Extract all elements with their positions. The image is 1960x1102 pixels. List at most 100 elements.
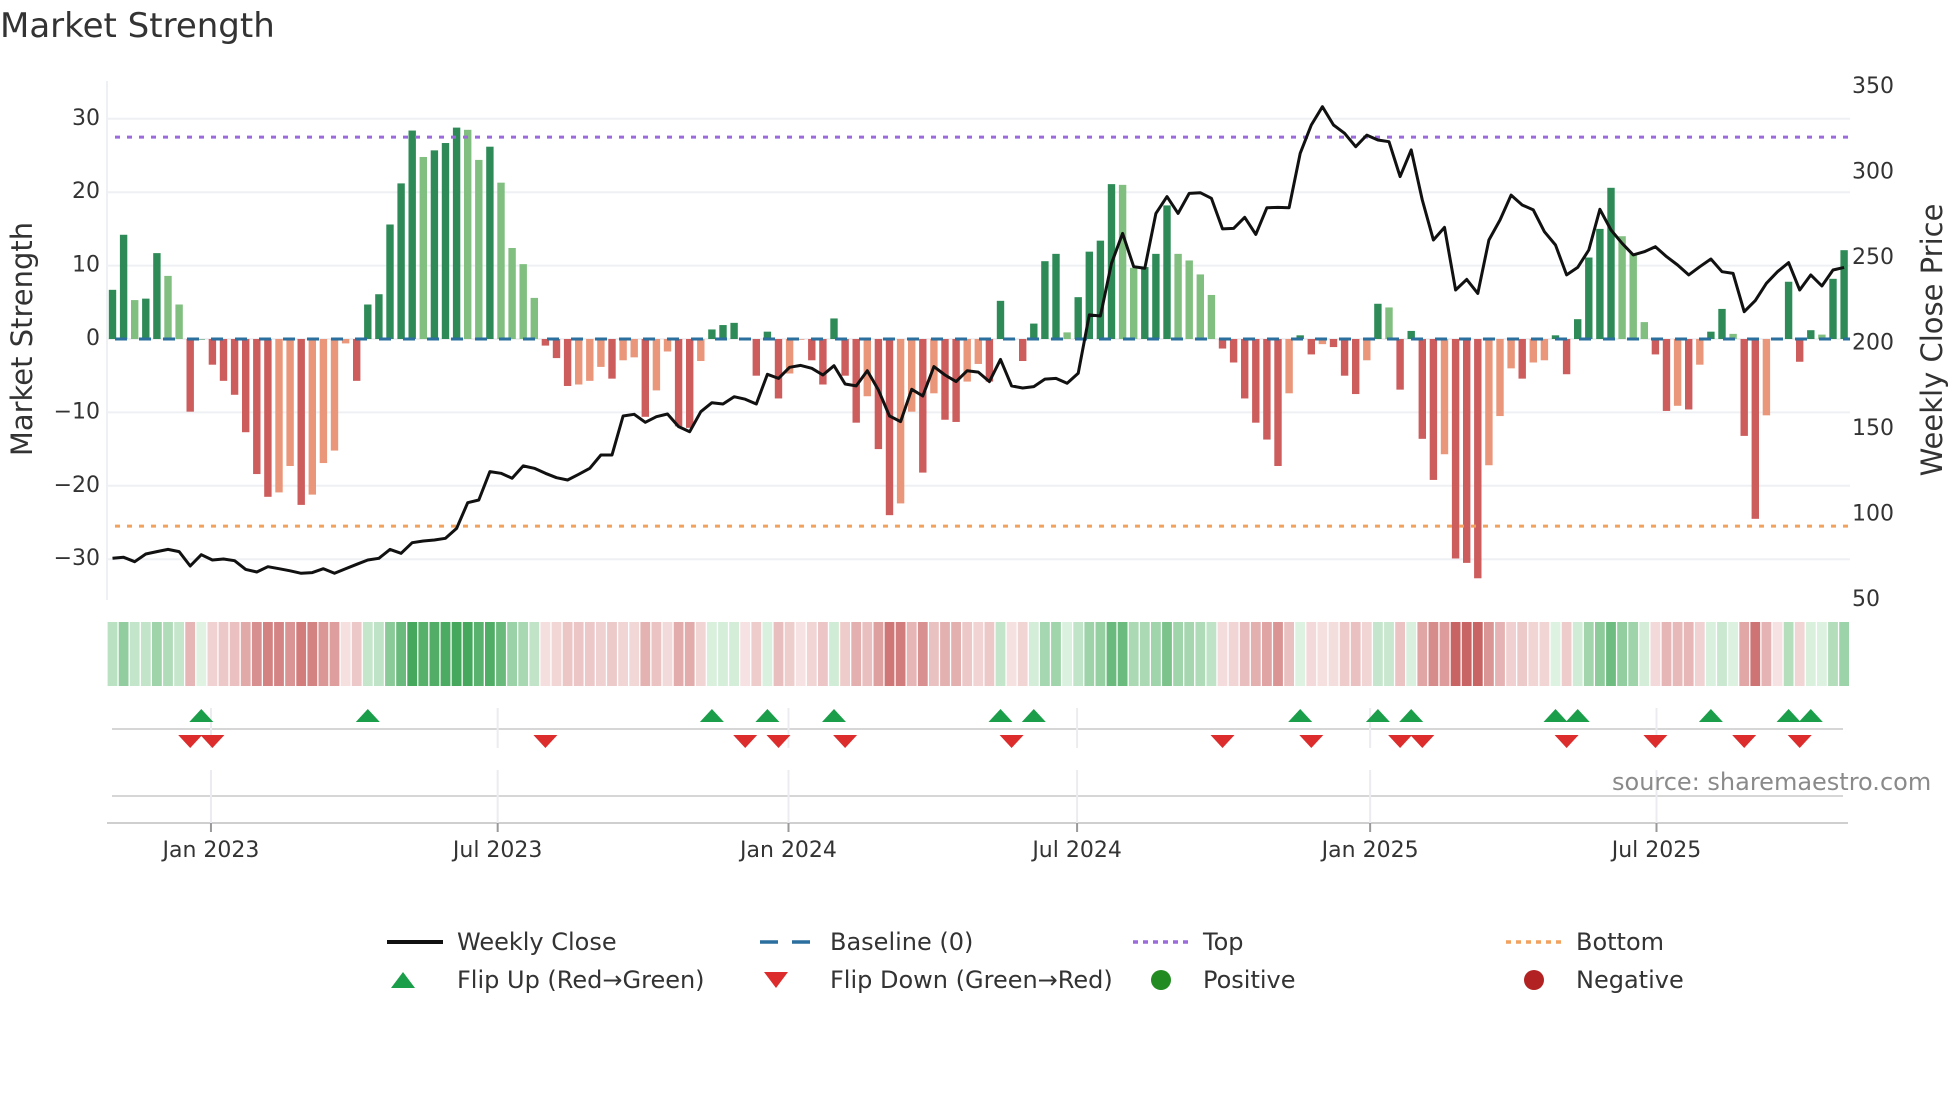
heat-cell xyxy=(784,622,795,686)
strength-bar xyxy=(142,298,150,339)
flip-down-marker xyxy=(178,735,203,748)
x-tick-label: Jul 2024 xyxy=(1030,838,1122,863)
heat-cell xyxy=(496,622,506,686)
strength-bar xyxy=(1507,339,1515,369)
strength-bar xyxy=(1263,339,1271,440)
y-tick-label-left: −20 xyxy=(54,473,100,498)
legend-weekly-close[interactable]: Weekly Close xyxy=(387,927,617,957)
heat-cell xyxy=(1628,622,1639,686)
heat-cell xyxy=(662,622,673,686)
strength-bar xyxy=(1718,308,1726,339)
heat-cell xyxy=(185,622,196,686)
legend-positive[interactable]: Positive xyxy=(1133,965,1296,995)
heat-cell xyxy=(1373,622,1383,686)
y-tick-label-right: 50 xyxy=(1852,587,1880,612)
heat-cell xyxy=(1761,622,1772,686)
strength-bar xyxy=(1662,339,1671,411)
dotted-line-icon xyxy=(1506,940,1562,944)
heat-cell xyxy=(1539,622,1550,686)
solid-line-icon xyxy=(387,940,443,944)
heat-cell xyxy=(1250,622,1261,686)
strength-bar xyxy=(430,150,439,339)
legend-negative[interactable]: Negative xyxy=(1506,965,1684,995)
strength-bar xyxy=(1440,339,1449,455)
heat-cell xyxy=(1772,622,1783,686)
heat-cell xyxy=(1217,622,1228,686)
heat-cell xyxy=(1572,622,1583,686)
strength-bar xyxy=(119,234,128,339)
x-tick-label: Jul 2025 xyxy=(1610,838,1702,863)
strength-bar xyxy=(308,339,316,495)
strength-bar xyxy=(752,339,760,376)
legend-baseline[interactable]: Baseline (0) xyxy=(760,927,973,957)
heat-cell xyxy=(962,622,973,686)
strength-bar xyxy=(575,339,583,385)
heat-cell xyxy=(174,622,184,686)
flip-up-marker xyxy=(988,709,1013,722)
heat-cell xyxy=(1783,622,1794,686)
heat-cell xyxy=(1517,622,1528,686)
legend-bottom[interactable]: Bottom xyxy=(1506,927,1664,957)
strength-bar xyxy=(730,322,738,339)
legend-label: Flip Up (Red→Green) xyxy=(457,966,705,994)
strength-bar xyxy=(286,339,294,466)
heat-cell xyxy=(1694,622,1705,686)
y-tick-label-right: 200 xyxy=(1852,331,1894,356)
strength-bar xyxy=(774,339,783,399)
y-tick-label-left: 0 xyxy=(86,326,100,351)
strength-bar xyxy=(1196,274,1204,339)
heat-cell xyxy=(263,622,273,686)
legend-flip-down[interactable]: Flip Down (Green→Red) xyxy=(760,965,1113,995)
y-tick-label-right: 350 xyxy=(1852,74,1894,99)
legend-label: Top xyxy=(1203,928,1244,956)
heat-cell xyxy=(507,622,517,686)
y-axis-title-left: Market Strength xyxy=(5,222,39,456)
flip-up-marker xyxy=(1776,709,1801,722)
strength-bar xyxy=(108,289,117,339)
strength-bar xyxy=(674,339,683,427)
strength-bar xyxy=(264,339,272,497)
y-tick-label-right: 150 xyxy=(1852,416,1894,441)
strength-bar xyxy=(819,339,827,385)
strength-bar xyxy=(1751,339,1759,519)
strength-bar xyxy=(330,339,339,451)
heat-cell xyxy=(1450,622,1461,686)
flip-down-marker xyxy=(200,735,225,748)
flip-up-marker xyxy=(1399,709,1424,722)
heat-cell xyxy=(1350,622,1361,686)
legend-label: Flip Down (Green→Red) xyxy=(830,966,1113,994)
legend-flip-up[interactable]: Flip Up (Red→Green) xyxy=(387,965,705,995)
flip-down-marker xyxy=(1210,735,1235,748)
heat-cell xyxy=(1273,622,1283,686)
heat-cell xyxy=(1817,622,1827,686)
heat-cell xyxy=(762,622,773,686)
heat-cell xyxy=(1672,622,1683,686)
heat-cell xyxy=(518,622,529,686)
heat-cell xyxy=(818,622,828,686)
strength-bar xyxy=(1285,339,1293,394)
heat-cell xyxy=(1794,622,1805,686)
heat-cell xyxy=(251,622,262,686)
x-tick-label: Jan 2025 xyxy=(1320,838,1419,863)
triangle-down-icon xyxy=(764,972,788,988)
strength-bar xyxy=(1496,339,1504,417)
flip-up-marker xyxy=(822,709,846,722)
strength-bar xyxy=(452,127,461,339)
flip-down-marker xyxy=(1732,735,1757,748)
strength-bar xyxy=(164,275,172,339)
strength-bar xyxy=(1840,250,1848,339)
strength-bar xyxy=(1796,339,1804,362)
y-axis-title-right: Weekly Close Price xyxy=(1915,204,1949,477)
strength-bar xyxy=(1118,184,1127,339)
heat-cell xyxy=(1472,622,1483,686)
heat-cell xyxy=(673,622,684,686)
strength-bar xyxy=(830,318,838,339)
strength-bar xyxy=(408,130,416,339)
legend-label: Negative xyxy=(1576,966,1684,994)
strength-bar xyxy=(1185,260,1193,339)
strength-bar xyxy=(597,339,605,367)
legend-top[interactable]: Top xyxy=(1133,927,1244,957)
heat-cell xyxy=(584,622,595,686)
heat-cell xyxy=(1617,622,1627,686)
flip-up-marker xyxy=(1021,709,1046,722)
